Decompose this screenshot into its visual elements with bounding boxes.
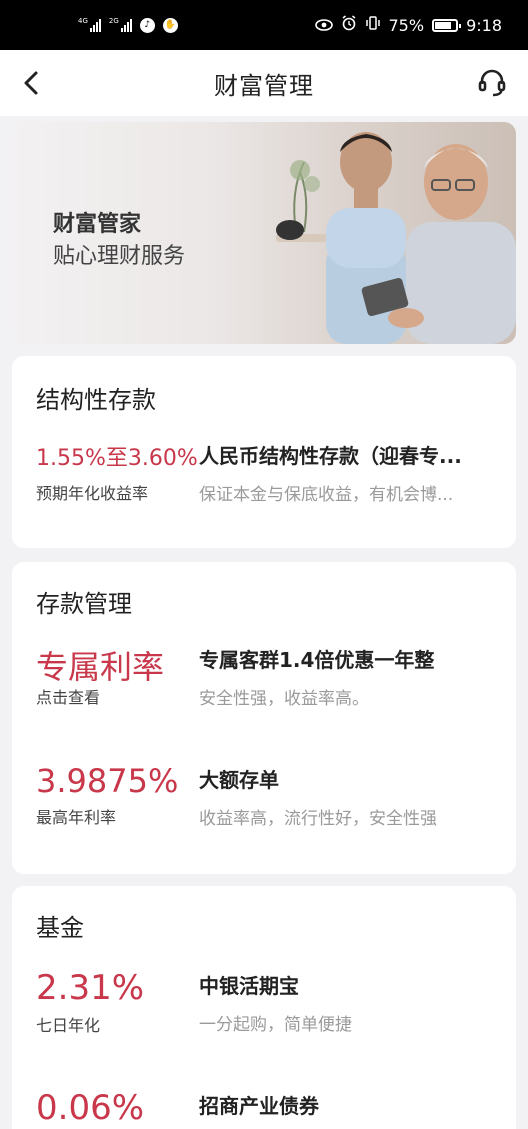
product-description: 一分起购，简单便捷 (199, 1015, 352, 1035)
chevron-left-icon (24, 71, 38, 95)
status-left: 4G 2G ♪ ✋ (78, 17, 178, 33)
section-title: 结构性存款 (36, 386, 156, 414)
product-name: 中银活期宝 (199, 974, 299, 998)
network-type-label-2: 2G (108, 17, 119, 25)
section-title: 基金 (36, 914, 84, 942)
vibrate-icon (365, 15, 381, 35)
product-rate: 2.31% (36, 968, 145, 1008)
product-description: 保证本金与保底收益，有机会博... (199, 485, 454, 505)
product-description: 安全性强，收益率高。 (199, 689, 369, 709)
product-name: 大额存单 (199, 768, 279, 792)
battery-percent: 75% (388, 15, 425, 35)
alarm-icon (341, 15, 357, 35)
product-name: 专属客群1.4倍优惠一年整 (199, 648, 435, 672)
status-bar: 4G 2G ♪ ✋ 75% 9:18 (0, 0, 528, 50)
product-rate: 3.9875% (36, 762, 179, 800)
product-description: 收益率高，流行性好，安全性强 (199, 809, 437, 829)
product-name: 人民币结构性存款（迎春专... (199, 444, 462, 468)
signal-icon-2: 2G (109, 18, 132, 32)
funds-card: 基金 2.31% 七日年化 中银活期宝 一分起购，简单便捷 0.06% 招商产业… (12, 886, 516, 1129)
clock: 9:18 (466, 15, 502, 35)
wealth-advisor-banner[interactable]: 财富管家 贴心理财服务 (12, 122, 516, 344)
app-notification-icon: ✋ (162, 17, 178, 33)
page-title: 财富管理 (214, 71, 314, 100)
product-rate-label: 点击查看 (36, 688, 101, 707)
product-rate-label: 预期年化收益率 (36, 484, 149, 503)
network-type-label: 4G (78, 17, 88, 25)
status-right: 75% 9:18 (314, 15, 502, 35)
banner-title: 财富管家 (53, 212, 142, 237)
customer-service-button[interactable] (476, 67, 508, 99)
section-title: 存款管理 (36, 590, 132, 618)
product-rate-label: 七日年化 (36, 1016, 101, 1035)
product-rate: 专属利率 (36, 648, 165, 686)
nav-bar: 财富管理 (0, 50, 528, 116)
structured-deposit-card: 结构性存款 1.55%至3.60% 预期年化收益率 人民币结构性存款（迎春专..… (12, 356, 516, 548)
signal-icon: 4G (78, 18, 101, 32)
banner-subtitle: 贴心理财服务 (53, 244, 186, 269)
banner-photo-illustration (276, 132, 516, 344)
battery-icon (432, 18, 462, 32)
audio-icon: ♪ (139, 17, 155, 33)
product-name: 招商产业债券 (199, 1094, 319, 1118)
eye-icon (314, 16, 333, 35)
deposit-management-card: 存款管理 专属利率 点击查看 专属客群1.4倍优惠一年整 安全性强，收益率高。 … (12, 562, 516, 874)
product-rate: 1.55%至3.60% (36, 446, 198, 471)
headset-icon (478, 69, 506, 97)
product-rate: 0.06% (36, 1088, 145, 1128)
back-button[interactable] (16, 67, 48, 99)
product-rate-label: 最高年利率 (36, 808, 117, 827)
